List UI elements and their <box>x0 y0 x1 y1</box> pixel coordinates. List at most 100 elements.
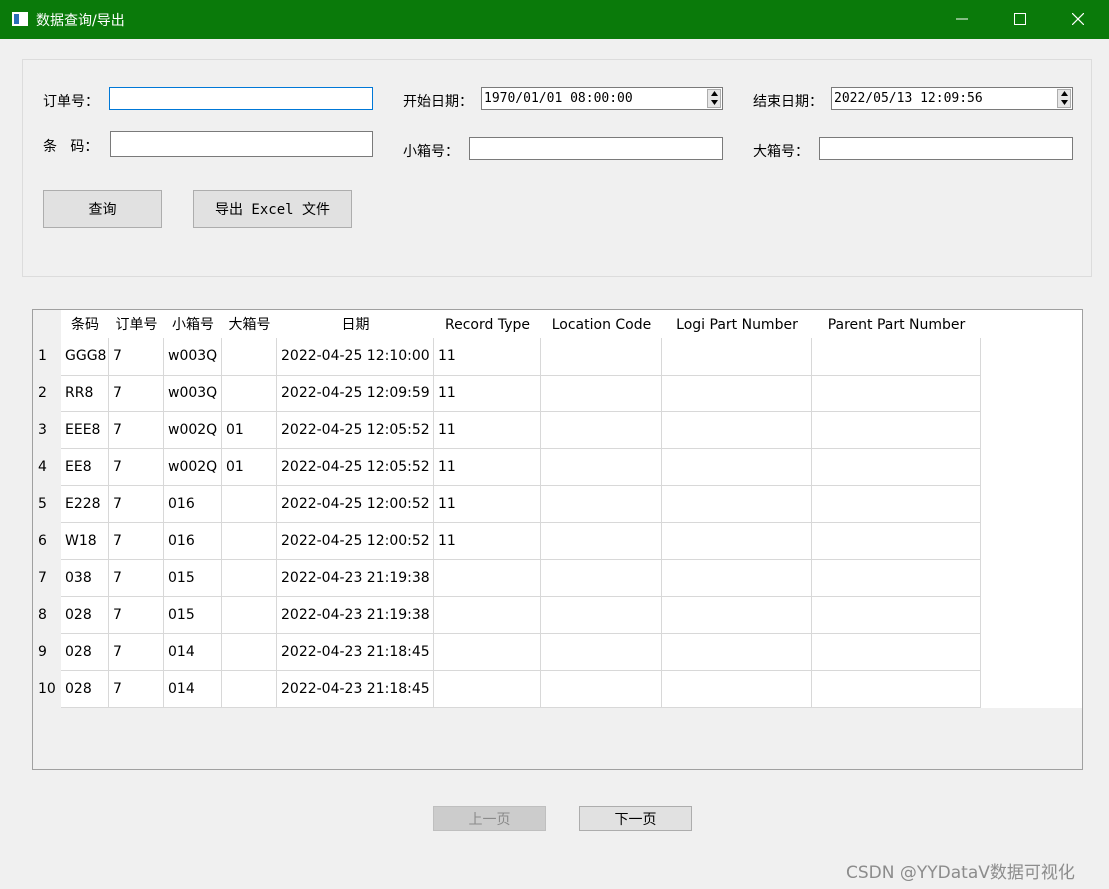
table-cell[interactable]: 11 <box>434 486 541 523</box>
table-cell[interactable]: 2022-04-23 21:19:38 <box>277 597 434 634</box>
table-cell[interactable]: 2022-04-25 12:05:52 <box>277 449 434 486</box>
end-date-input[interactable] <box>832 88 1054 109</box>
table-cell[interactable]: 2022-04-25 12:09:59 <box>277 375 434 412</box>
table-cell[interactable]: 7 <box>109 449 164 486</box>
table-cell[interactable] <box>434 671 541 708</box>
table-cell[interactable]: 028 <box>61 597 109 634</box>
table-cell[interactable]: 2022-04-25 12:00:52 <box>277 486 434 523</box>
table-cell[interactable] <box>812 486 981 523</box>
table-cell[interactable]: RR8 <box>61 375 109 412</box>
table-cell[interactable]: 7 <box>109 338 164 376</box>
close-button[interactable] <box>1050 0 1108 39</box>
table-cell[interactable]: 028 <box>61 634 109 671</box>
export-excel-button[interactable]: 导出 Excel 文件 <box>193 190 352 228</box>
table-cell[interactable]: 7 <box>109 671 164 708</box>
table-cell[interactable] <box>812 560 981 597</box>
table-cell[interactable] <box>662 338 812 376</box>
table-cell[interactable] <box>812 671 981 708</box>
table-cell[interactable]: 2022-04-23 21:18:45 <box>277 634 434 671</box>
table-cell[interactable] <box>662 671 812 708</box>
table-cell[interactable] <box>222 634 277 671</box>
table-cell[interactable]: 7 <box>109 375 164 412</box>
column-header[interactable]: 大箱号 <box>222 310 277 340</box>
table-cell[interactable]: 11 <box>434 338 541 376</box>
table-cell[interactable] <box>662 375 812 412</box>
maximize-button[interactable] <box>992 0 1050 39</box>
minimize-button[interactable] <box>934 0 992 39</box>
table-cell[interactable] <box>222 375 277 412</box>
table-cell[interactable] <box>812 375 981 412</box>
table-cell[interactable] <box>812 523 981 560</box>
table-cell[interactable]: 2022-04-25 12:00:52 <box>277 523 434 560</box>
row-number[interactable]: 1 <box>33 338 61 375</box>
spin-up-button[interactable] <box>708 90 720 98</box>
row-number[interactable]: 10 <box>33 671 61 708</box>
table-cell[interactable]: w002Q <box>164 449 222 486</box>
table-cell[interactable] <box>541 634 662 671</box>
next-page-button[interactable]: 下一页 <box>579 806 692 831</box>
table-cell[interactable] <box>662 412 812 449</box>
table-cell[interactable] <box>812 634 981 671</box>
table-cell[interactable]: E228 <box>61 486 109 523</box>
table-cell[interactable]: 014 <box>164 634 222 671</box>
spin-down-button[interactable] <box>1058 99 1070 107</box>
table-cell[interactable] <box>662 597 812 634</box>
table-cell[interactable] <box>541 412 662 449</box>
end-date-spinner[interactable] <box>1057 89 1071 108</box>
table-cell[interactable] <box>662 634 812 671</box>
table-cell[interactable]: W18 <box>61 523 109 560</box>
table-cell[interactable] <box>541 671 662 708</box>
row-number[interactable]: 5 <box>33 486 61 523</box>
row-number[interactable]: 2 <box>33 375 61 412</box>
table-cell[interactable]: 016 <box>164 523 222 560</box>
small-box-input[interactable] <box>469 137 723 160</box>
table-cell[interactable] <box>434 560 541 597</box>
table-cell[interactable] <box>222 560 277 597</box>
table-cell[interactable]: 7 <box>109 634 164 671</box>
table-cell[interactable]: 015 <box>164 597 222 634</box>
spin-down-button[interactable] <box>708 99 720 107</box>
column-header[interactable]: Location Code <box>541 310 662 340</box>
start-date-spinner[interactable] <box>707 89 721 108</box>
table-cell[interactable]: 014 <box>164 671 222 708</box>
big-box-input[interactable] <box>819 137 1073 160</box>
table-cell[interactable]: 038 <box>61 560 109 597</box>
table-cell[interactable]: w003Q <box>164 338 222 376</box>
end-date-field[interactable] <box>831 87 1073 110</box>
table-cell[interactable]: w002Q <box>164 412 222 449</box>
start-date-input[interactable] <box>482 88 704 109</box>
table-cell[interactable]: 7 <box>109 560 164 597</box>
table-cell[interactable] <box>812 449 981 486</box>
table-cell[interactable]: 7 <box>109 597 164 634</box>
table-cell[interactable]: 7 <box>109 412 164 449</box>
table-cell[interactable] <box>662 560 812 597</box>
row-number[interactable]: 8 <box>33 597 61 634</box>
start-date-field[interactable] <box>481 87 723 110</box>
table-cell[interactable] <box>541 560 662 597</box>
row-number[interactable]: 9 <box>33 634 61 671</box>
table-cell[interactable] <box>812 597 981 634</box>
row-number[interactable]: 6 <box>33 523 61 560</box>
column-header[interactable]: 小箱号 <box>164 310 222 340</box>
row-number[interactable]: 7 <box>33 560 61 597</box>
table-cell[interactable]: w003Q <box>164 375 222 412</box>
table-cell[interactable] <box>222 338 277 376</box>
column-header[interactable]: 订单号 <box>109 310 164 340</box>
table-cell[interactable] <box>812 338 981 376</box>
column-header[interactable]: Record Type <box>434 310 541 340</box>
spin-up-button[interactable] <box>1058 90 1070 98</box>
table-cell[interactable] <box>434 597 541 634</box>
table-cell[interactable]: GGG8 <box>61 338 109 376</box>
table-cell[interactable] <box>541 486 662 523</box>
table-cell[interactable]: 2022-04-25 12:10:00 <box>277 338 434 376</box>
order-input[interactable] <box>109 87 373 110</box>
column-header[interactable]: Parent Part Number <box>812 310 981 340</box>
row-number[interactable]: 3 <box>33 412 61 449</box>
table-cell[interactable]: 01 <box>222 412 277 449</box>
table-cell[interactable]: 11 <box>434 375 541 412</box>
column-header[interactable]: Logi Part Number <box>662 310 812 340</box>
table-cell[interactable] <box>541 597 662 634</box>
table-cell[interactable] <box>662 523 812 560</box>
barcode-input[interactable] <box>110 131 373 157</box>
table-cell[interactable] <box>222 523 277 560</box>
